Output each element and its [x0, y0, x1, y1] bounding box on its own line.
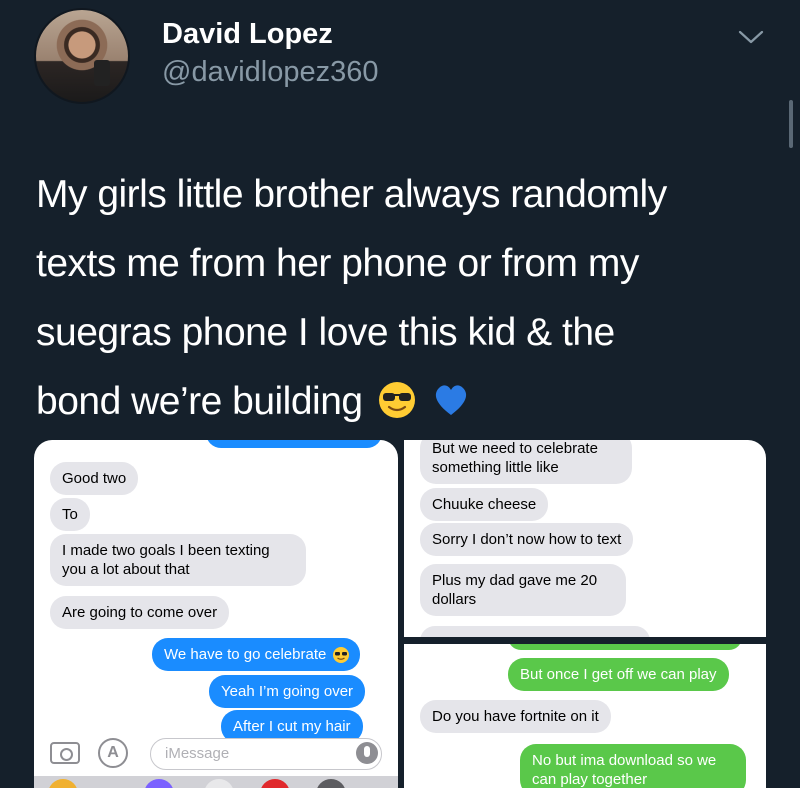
message-bubble: Are going to come over — [50, 596, 230, 629]
message-line: I made two goals I been texting — [62, 542, 270, 559]
tweet-text-line: bond we’re building — [36, 367, 766, 436]
app-tray-icon[interactable] — [204, 779, 234, 788]
message-bubble: Plus my dad gave me 20 dollars — [420, 564, 626, 616]
user-handle[interactable]: @davidlopez360 — [162, 56, 378, 89]
camera-icon[interactable] — [50, 742, 80, 764]
message-input-bar: A iMessage — [34, 738, 398, 788]
message-line: you a lot about that — [62, 561, 190, 578]
blue-heart-emoji-icon — [436, 385, 467, 415]
message-bubble: Yeah I’m going over — [209, 675, 366, 708]
message-bubble: But once I get off we can play — [508, 658, 729, 691]
tweet-text: My girls little brother always randomly … — [36, 160, 766, 436]
chevron-down-icon[interactable] — [738, 28, 764, 46]
cut-off-bubble — [206, 440, 382, 448]
message-bubble: We have to go celebrate — [152, 638, 361, 671]
message-bubble: Chuuke cheese — [420, 488, 549, 521]
tweet-text-line: texts me from her phone or from my — [36, 242, 639, 285]
message-bubble: I made two goals I been texting you a lo… — [50, 534, 306, 586]
app-tray — [34, 776, 398, 788]
message-bubble: To — [50, 498, 90, 531]
app-tray-icon[interactable] — [316, 779, 346, 788]
app-tray-icon[interactable] — [48, 779, 78, 788]
app-store-icon[interactable]: A — [98, 738, 128, 768]
message-bubble: But we need to celebrate something littl… — [420, 440, 632, 484]
message-bubble: Do you have fortnite on it — [420, 700, 611, 733]
message-line: something little like — [432, 459, 559, 476]
sunglasses-emoji-icon — [333, 647, 350, 663]
message-text: We have to go celebrate — [164, 646, 327, 663]
tweet-text-line: suegras phone I love this kid & the — [36, 311, 615, 354]
message-screenshot-right-top: But we need to celebrate something littl… — [404, 440, 766, 637]
message-screenshot-right-bottom: But once I get off we can play Do you ha… — [404, 644, 766, 788]
cut-off-bubble — [420, 626, 650, 637]
message-line: No but ima download so we — [532, 752, 717, 769]
app-tray-icon[interactable] — [144, 779, 174, 788]
sunglasses-emoji-icon — [378, 382, 415, 418]
avatar[interactable] — [34, 8, 130, 104]
message-line: Plus my dad gave me 20 — [432, 572, 598, 589]
message-bubble: No but ima download so we can play toget… — [520, 744, 746, 788]
display-name[interactable]: David Lopez — [162, 18, 333, 51]
message-line: dollars — [432, 591, 477, 608]
message-bubble: Sorry I don’t now how to text — [420, 523, 634, 556]
microphone-icon[interactable] — [356, 742, 378, 764]
message-screenshot-left: Good two To I made two goals I been text… — [34, 440, 398, 788]
message-line: But we need to celebrate — [432, 440, 598, 457]
message-line: can play together — [532, 771, 648, 788]
scrollbar[interactable] — [789, 100, 793, 148]
message-bubble: Good two — [50, 462, 139, 495]
tweet-text-line: My girls little brother always randomly — [36, 173, 667, 216]
imessage-input[interactable]: iMessage — [150, 738, 382, 770]
app-tray-icon[interactable] — [260, 779, 290, 788]
tweet-text-line-last: bond we’re building — [36, 380, 363, 423]
cut-off-bubble — [508, 644, 742, 650]
